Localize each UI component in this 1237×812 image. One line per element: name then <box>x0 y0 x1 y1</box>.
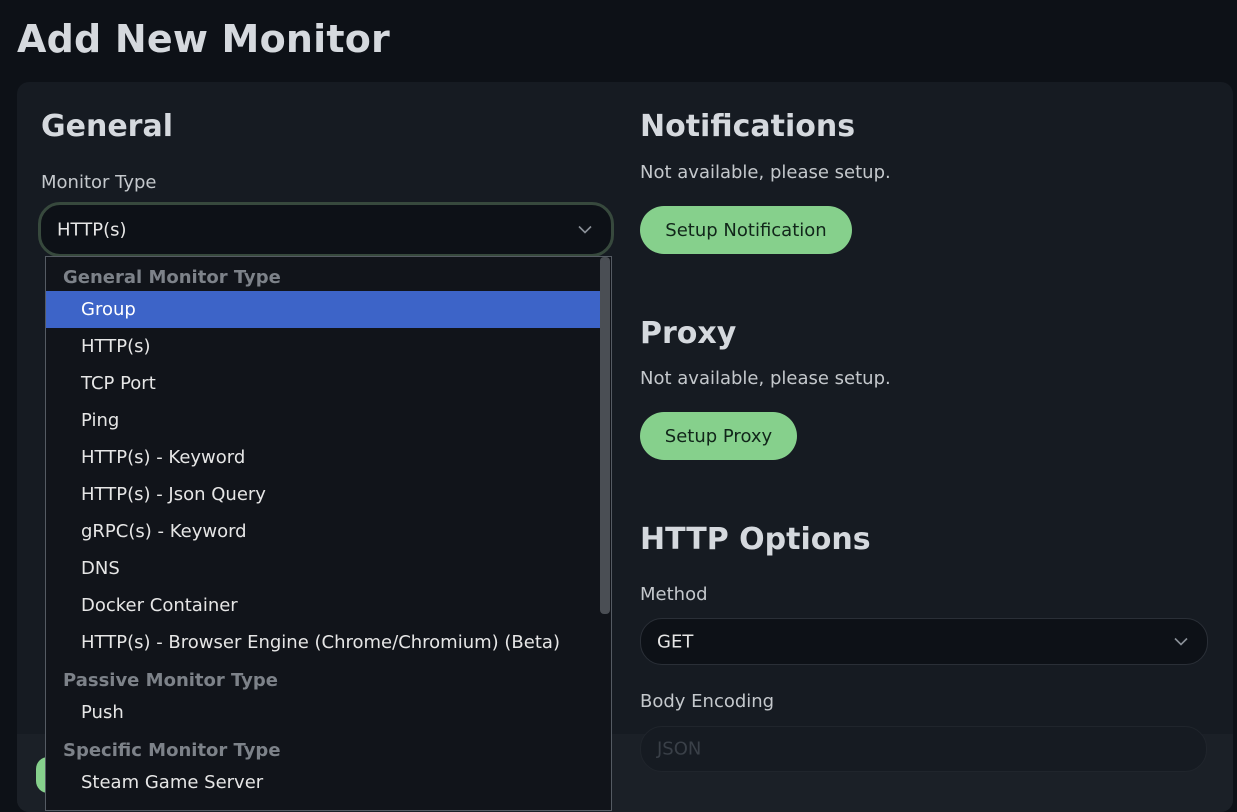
proxy-empty-text: Not available, please setup. <box>640 368 891 389</box>
setup-proxy-button[interactable]: Setup Proxy <box>640 412 797 460</box>
setup-notification-button[interactable]: Setup Notification <box>640 206 852 254</box>
page-title: Add New Monitor <box>17 17 390 61</box>
option-dns[interactable]: DNS <box>46 550 602 587</box>
option-https[interactable]: HTTP(s) <box>46 328 602 365</box>
option-ping[interactable]: Ping <box>46 402 602 439</box>
body-encoding-value: JSON <box>657 738 702 760</box>
option-grpc-keyword[interactable]: gRPC(s) - Keyword <box>46 513 602 550</box>
option-push[interactable]: Push <box>46 694 602 731</box>
general-section-title: General <box>41 109 173 144</box>
monitor-type-value: HTTP(s) <box>57 219 127 240</box>
option-docker-container[interactable]: Docker Container <box>46 587 602 624</box>
monitor-type-select[interactable]: HTTP(s) <box>38 202 614 257</box>
chevron-down-icon <box>578 225 592 234</box>
chevron-down-icon <box>1174 637 1188 646</box>
option-https-json-query[interactable]: HTTP(s) - Json Query <box>46 476 602 513</box>
option-group-label: Passive Monitor Type <box>63 670 279 691</box>
option-group-label: General Monitor Type <box>63 267 281 288</box>
monitor-type-dropdown[interactable]: General Monitor Type Group HTTP(s) TCP P… <box>45 256 612 811</box>
page: Add New Monitor General Monitor Type HTT… <box>3 3 1237 812</box>
option-https-keyword[interactable]: HTTP(s) - Keyword <box>46 439 602 476</box>
dropdown-scrollbar[interactable] <box>600 257 610 614</box>
method-label: Method <box>640 584 708 605</box>
option-tcp-port[interactable]: TCP Port <box>46 365 602 402</box>
proxy-section-title: Proxy <box>640 316 737 351</box>
body-encoding-label: Body Encoding <box>640 691 775 712</box>
notifications-section-title: Notifications <box>640 109 856 144</box>
http-options-section-title: HTTP Options <box>640 522 871 557</box>
method-select[interactable]: GET <box>640 618 1208 665</box>
option-group-label: Specific Monitor Type <box>63 740 281 761</box>
method-value: GET <box>657 631 694 652</box>
option-browser-engine[interactable]: HTTP(s) - Browser Engine (Chrome/Chromiu… <box>46 624 602 661</box>
option-steam-game-server[interactable]: Steam Game Server <box>46 764 602 801</box>
body-encoding-select[interactable]: JSON <box>640 726 1207 772</box>
notifications-empty-text: Not available, please setup. <box>640 162 891 183</box>
option-group[interactable]: Group <box>46 291 602 328</box>
monitor-type-label: Monitor Type <box>41 172 157 193</box>
